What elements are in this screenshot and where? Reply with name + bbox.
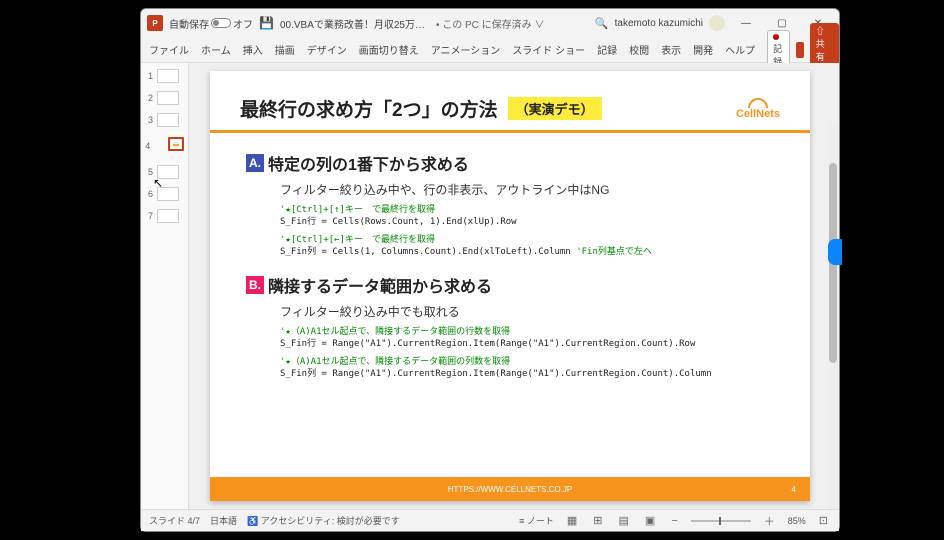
slide-canvas-area[interactable]: 最終行の求め方「2つ」の方法 （実演デモ） CellNets A. 特定の列の1…	[189, 63, 839, 509]
thumb-7[interactable]: 7	[145, 209, 184, 223]
tab-developer[interactable]: 開発	[693, 42, 713, 57]
section-b-title: 隣接するデータ範囲から求める	[268, 273, 492, 297]
code-a2: '★[Ctrl]+[←]キー で最終行を取得 S_Fin列 = Cells(1,…	[280, 234, 780, 258]
slide-footer: HTTPS://WWW.CELLNETS.CO.JP 4	[210, 477, 810, 501]
autosave-state: オフ	[233, 16, 253, 31]
tab-view[interactable]: 表示	[661, 42, 681, 57]
section-a-sub: フィルター絞り込み中や、行の非表示、アウトライン中はNG	[280, 181, 780, 198]
side-panel-handle[interactable]	[828, 239, 842, 265]
tab-help[interactable]: ヘルプ	[725, 42, 755, 57]
saved-location[interactable]: • この PC に保存済み ∨	[436, 16, 545, 31]
app-icon: P	[147, 15, 163, 31]
tab-insert[interactable]: 挿入	[243, 42, 263, 57]
footer-url: HTTPS://WWW.CELLNETS.CO.JP	[448, 485, 572, 494]
notes-button[interactable]: ≡ ノート	[519, 514, 554, 527]
badge-b: B.	[246, 276, 264, 294]
section-a-header: A. 特定の列の1番下から求める	[246, 151, 780, 175]
code-b1: '★（A)A1セル起点で、隣接するデータ範囲の行数を取得 S_Fin行 = Ra…	[280, 326, 780, 350]
section-b-sub: フィルター絞り込み中でも取れる	[280, 303, 780, 320]
thumb-4[interactable]: 4	[145, 135, 184, 157]
titlebar: P 自動保存 オフ 💾 00.VBAで業務改善！月収25万への道 [Vol.… …	[141, 9, 839, 37]
slide-body: A. 特定の列の1番下から求める フィルター絞り込み中や、行の非表示、アウトライ…	[210, 133, 810, 477]
tab-transitions[interactable]: 画面切り替え	[359, 42, 419, 57]
avatar[interactable]	[709, 15, 725, 31]
code-b2: '★（A)A1セル起点で、隣接するデータ範囲の列数を取得 S_Fin列 = Ra…	[280, 356, 780, 380]
save-icon[interactable]: 💾	[259, 16, 274, 30]
fit-icon[interactable]: ⊡	[816, 514, 831, 527]
view-reading-icon[interactable]: ▤	[616, 514, 632, 527]
slide[interactable]: 最終行の求め方「2つ」の方法 （実演デモ） CellNets A. 特定の列の1…	[210, 71, 810, 501]
zoom-out-icon[interactable]: −	[668, 515, 680, 527]
status-bar: スライド 4/7 日本語 ♿ アクセシビリティ: 検討が必要です ≡ ノート ▦…	[141, 509, 839, 531]
slide-counter[interactable]: スライド 4/7	[149, 514, 200, 527]
search-icon[interactable]: 🔍	[595, 17, 609, 30]
workspace: 1 2 3 4 5 6 7 最終行の求め方「2つ」の方法 （実演デモ） Cell…	[141, 63, 839, 509]
file-title[interactable]: 00.VBAで業務改善！月収25万への道 [Vol.…	[280, 16, 430, 31]
thumb-1[interactable]: 1	[145, 69, 184, 83]
slide-title: 最終行の求め方「2つ」の方法	[240, 95, 498, 122]
autosave-toggle[interactable]: 自動保存 オフ	[169, 16, 253, 31]
view-slideshow-icon[interactable]: ▣	[642, 514, 658, 527]
autosave-label: 自動保存	[169, 16, 209, 31]
accessibility-status[interactable]: ♿ アクセシビリティ: 検討が必要です	[247, 514, 400, 527]
section-a-title: 特定の列の1番下から求める	[268, 151, 469, 175]
slide-header: 最終行の求め方「2つ」の方法 （実演デモ） CellNets	[210, 71, 810, 133]
tab-review[interactable]: 校閲	[629, 42, 649, 57]
toggle-switch[interactable]	[211, 18, 231, 28]
language[interactable]: 日本語	[210, 514, 237, 527]
tab-animations[interactable]: アニメーション	[431, 42, 501, 57]
tab-design[interactable]: デザイン	[307, 42, 347, 57]
zoom-level[interactable]: 85%	[788, 516, 806, 526]
zoom-slider[interactable]	[691, 520, 751, 522]
vertical-scrollbar[interactable]	[829, 123, 837, 509]
page-number: 4	[792, 485, 796, 494]
section-b-header: B. 隣接するデータ範囲から求める	[246, 273, 780, 297]
powerpoint-window: P 自動保存 オフ 💾 00.VBAで業務改善！月収25万への道 [Vol.… …	[140, 8, 840, 532]
thumb-6[interactable]: 6	[145, 187, 184, 201]
demo-tag: （実演デモ）	[508, 97, 602, 120]
code-a1: '★[Ctrl]+[↑]キー で最終行を取得 S_Fin行 = Cells(Ro…	[280, 204, 780, 228]
logo: CellNets	[736, 98, 780, 120]
thumb-2[interactable]: 2	[145, 91, 184, 105]
zoom-in-icon[interactable]: ＋	[761, 513, 778, 529]
tab-draw[interactable]: 描画	[275, 42, 295, 57]
badge-a: A.	[246, 154, 264, 172]
minimize-button[interactable]: —	[731, 12, 761, 34]
tab-file[interactable]: ファイル	[149, 42, 189, 57]
ribbon-tabs: ファイル ホーム 挿入 描画 デザイン 画面切り替え アニメーション スライド …	[141, 37, 839, 63]
view-normal-icon[interactable]: ▦	[564, 514, 580, 527]
thumbnail-pane[interactable]: 1 2 3 4 5 6 7	[141, 63, 189, 509]
thumb-3[interactable]: 3	[145, 113, 184, 127]
view-sorter-icon[interactable]: ⊞	[590, 514, 605, 527]
tab-slideshow[interactable]: スライド ショー	[512, 42, 585, 57]
tab-record[interactable]: 記録	[597, 42, 617, 57]
user-name[interactable]: takemoto kazumichi	[615, 18, 703, 29]
thumb-5[interactable]: 5	[145, 165, 184, 179]
mic-icon[interactable]	[796, 42, 804, 58]
tab-home[interactable]: ホーム	[201, 42, 231, 57]
